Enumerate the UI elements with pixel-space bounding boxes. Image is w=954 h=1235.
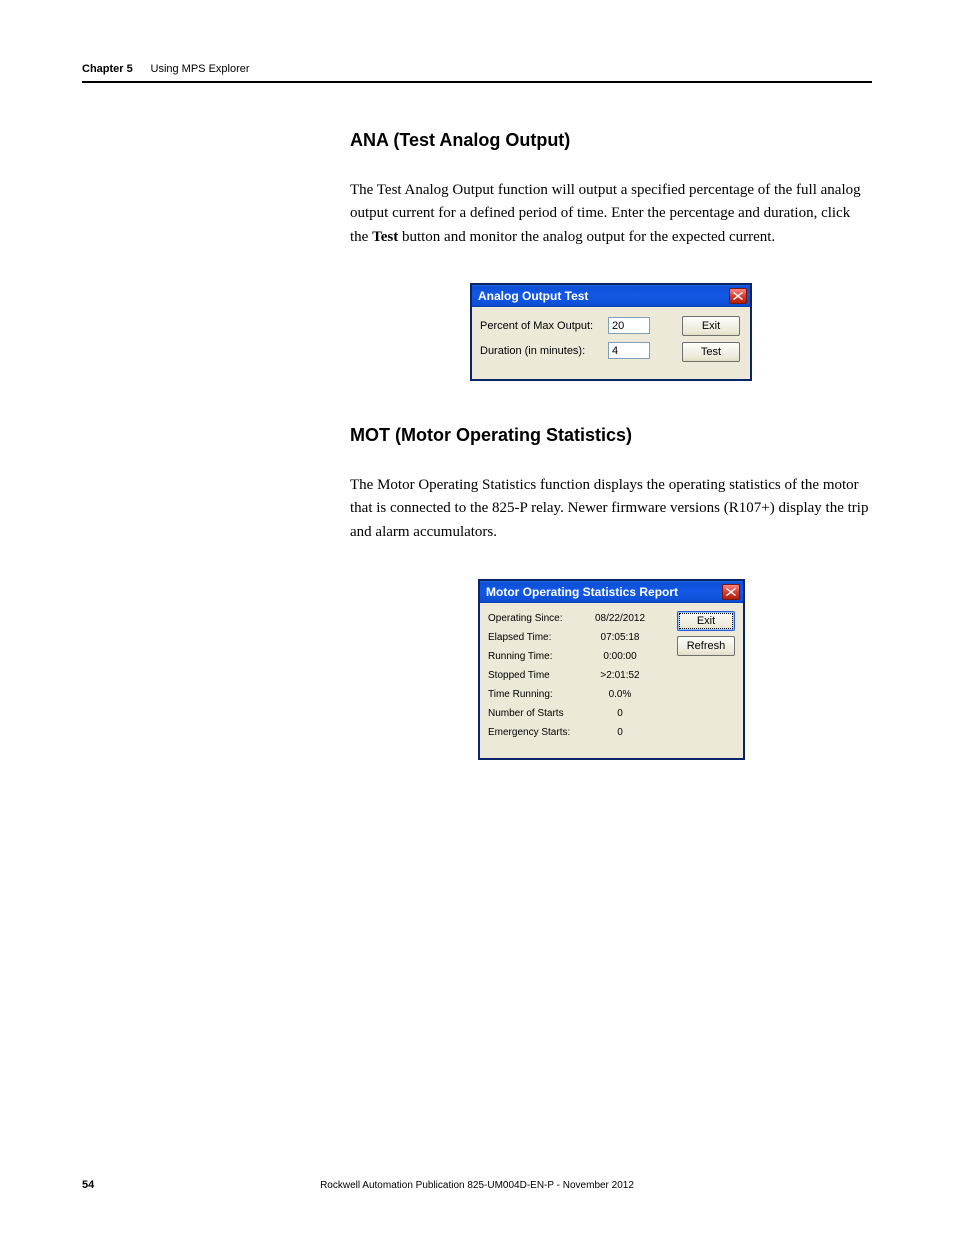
body-ana-bold: Test — [372, 229, 398, 245]
exit-button[interactable]: Exit — [682, 316, 740, 336]
duration-label: Duration (in minutes): — [480, 345, 608, 357]
footer-text: Rockwell Automation Publication 825-UM00… — [82, 1180, 872, 1191]
stat-value: 0 — [590, 727, 650, 738]
dialog-body: Percent of Max Output: Duration (in minu… — [472, 307, 750, 379]
section-ana: ANA (Test Analog Output) The Test Analog… — [350, 130, 872, 249]
stat-label: Operating Since: — [488, 613, 590, 624]
page-header: Chapter 5 Using MPS Explorer — [82, 60, 872, 83]
body-ana-post: button and monitor the analog output for… — [398, 229, 775, 245]
stat-row: Emergency Starts:0 — [488, 727, 735, 738]
dialog-body: Operating Since:08/22/2012 Elapsed Time:… — [480, 603, 743, 758]
analog-output-test-dialog: Analog Output Test Percent of Max Output… — [470, 283, 752, 381]
stat-label: Elapsed Time: — [488, 632, 590, 643]
duration-input[interactable] — [608, 342, 650, 359]
stat-value: 08/22/2012 — [590, 613, 650, 624]
stat-row: Number of Starts0 — [488, 708, 735, 719]
dialog-titlebar[interactable]: Analog Output Test — [472, 285, 750, 307]
stat-value: 07:05:18 — [590, 632, 650, 643]
heading-mot: MOT (Motor Operating Statistics) — [350, 425, 872, 446]
stat-value: 0:00:00 — [590, 651, 650, 662]
stat-value: >2:01:52 — [590, 670, 650, 681]
stat-value: 0.0% — [590, 689, 650, 700]
stat-row: Time Running:0.0% — [488, 689, 735, 700]
stat-label: Stopped Time — [488, 670, 590, 681]
percent-label: Percent of Max Output: — [480, 320, 608, 332]
chapter-label: Chapter 5 — [82, 63, 133, 75]
exit-button[interactable]: Exit — [677, 611, 735, 631]
stat-row: Stopped Time>2:01:52 — [488, 670, 735, 681]
stat-value: 0 — [590, 708, 650, 719]
dialog-title: Analog Output Test — [478, 289, 588, 303]
dialog-titlebar[interactable]: Motor Operating Statistics Report — [480, 581, 743, 603]
header-title: Using MPS Explorer — [151, 63, 250, 75]
dialog-title: Motor Operating Statistics Report — [486, 585, 678, 599]
motor-stats-dialog: Motor Operating Statistics Report Operat… — [478, 579, 745, 760]
stat-label: Time Running: — [488, 689, 590, 700]
dialog-buttons: Exit Test — [682, 316, 740, 362]
dialog-buttons: Exit Refresh — [677, 611, 735, 656]
close-icon[interactable] — [722, 584, 740, 600]
heading-ana: ANA (Test Analog Output) — [350, 130, 872, 151]
section-mot: MOT (Motor Operating Statistics) The Mot… — [350, 425, 872, 544]
body-ana: The Test Analog Output function will out… — [350, 179, 872, 249]
stat-label: Emergency Starts: — [488, 727, 590, 738]
percent-input[interactable] — [608, 317, 650, 334]
body-mot: The Motor Operating Statistics function … — [350, 474, 872, 544]
refresh-button[interactable]: Refresh — [677, 636, 735, 656]
close-icon[interactable] — [729, 288, 747, 304]
test-button[interactable]: Test — [682, 342, 740, 362]
stat-label: Number of Starts — [488, 708, 590, 719]
stat-label: Running Time: — [488, 651, 590, 662]
